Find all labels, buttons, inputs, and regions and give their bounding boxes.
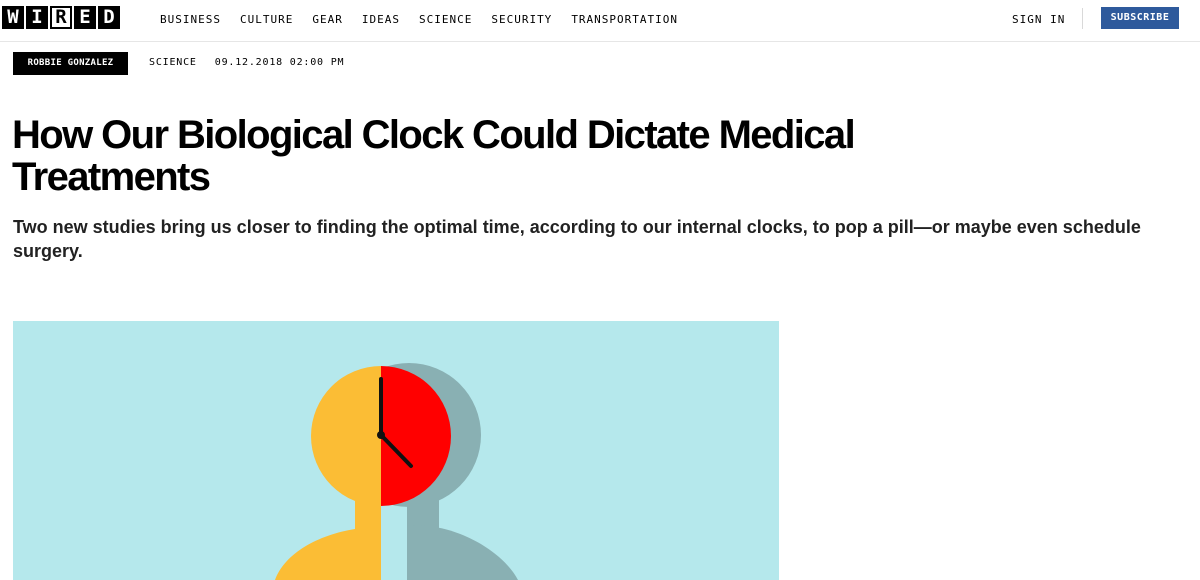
article-meta: SCIENCE 09.12.2018 02:00 PM — [149, 57, 344, 68]
author-byline[interactable]: ROBBIE GONZALEZ — [13, 52, 128, 75]
subscribe-button[interactable]: SUBSCRIBE — [1101, 7, 1179, 29]
publish-date: 09.12.2018 02:00 PM — [214, 57, 345, 68]
nav-link-security[interactable]: SECURITY — [491, 13, 552, 26]
wired-logo[interactable]: W I R E D — [2, 6, 120, 29]
top-navigation: W I R E D BUSINESS CULTURE GEAR IDEAS SC… — [0, 0, 1200, 42]
header-divider — [1082, 8, 1083, 29]
logo-letter: D — [98, 6, 120, 29]
nav-link-gear[interactable]: GEAR — [312, 13, 343, 26]
hero-image — [13, 321, 779, 580]
nav-link-culture[interactable]: CULTURE — [240, 13, 293, 26]
section-link[interactable]: SCIENCE — [149, 57, 197, 68]
nav-link-science[interactable]: SCIENCE — [419, 13, 472, 26]
logo-letter: R — [50, 6, 72, 29]
sign-in-link[interactable]: SIGN IN — [1012, 13, 1065, 26]
article-dek: Two new studies bring us closer to findi… — [13, 217, 1141, 261]
article-title: How Our Biological Clock Could Dictate M… — [12, 113, 856, 199]
yellow-figure-half — [275, 366, 381, 580]
logo-letter: W — [2, 6, 24, 29]
logo-letter: I — [26, 6, 48, 29]
nav-link-ideas[interactable]: IDEAS — [362, 13, 400, 26]
clock-head-illustration — [275, 363, 518, 580]
nav-link-transportation[interactable]: TRANSPORTATION — [571, 13, 678, 26]
logo-letter: E — [74, 6, 96, 29]
nav-link-business[interactable]: BUSINESS — [160, 13, 221, 26]
section-nav: BUSINESS CULTURE GEAR IDEAS SCIENCE SECU… — [160, 13, 697, 26]
